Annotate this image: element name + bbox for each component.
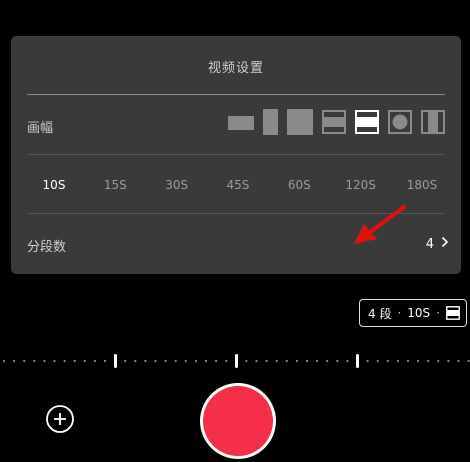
timeline-dot [23,359,26,363]
timeline-dot [316,359,319,363]
duration-10s[interactable]: 10S [29,178,79,192]
frame-divider [27,154,445,155]
timeline-dot [154,359,157,363]
timeline-dot [215,359,218,363]
timeline-dot [265,359,268,363]
aspect-options [228,109,445,139]
timeline-dot [204,359,208,363]
segment-marker [235,354,238,368]
timeline-dot [103,359,107,363]
red-arrow-annotation [350,202,410,252]
aspect-letterbox-selected-icon[interactable] [355,110,379,138]
timeline-dot [164,359,167,363]
record-button-fill [203,386,273,456]
timeline-dot [53,359,56,363]
timeline-dot [13,359,16,363]
timeline-dot [467,359,470,363]
panel-title: 视频设置 [207,61,264,76]
segments-value: 4 [425,236,434,252]
duration-60s[interactable]: 60S [274,178,324,192]
timeline-dot [245,359,248,363]
timeline-dot [184,359,187,363]
timeline-dot [457,359,460,363]
timeline-dot [417,359,420,363]
timeline-dot [366,359,369,363]
aspect-9-16-icon[interactable] [263,109,278,139]
duration-120s[interactable]: 120S [336,178,386,192]
duration-30s[interactable]: 30S [152,178,202,192]
chevron-right-icon [441,236,449,252]
timeline-dot [406,359,410,363]
segments-label: 分段数 [27,240,67,255]
timeline-dot [83,359,86,363]
timeline-dot [194,359,197,363]
plus-circle-icon[interactable] [45,404,75,434]
timeline-dot [33,359,36,363]
timeline-dot [346,359,349,363]
timeline-dot [396,359,399,363]
aspect-1-1-icon[interactable] [287,109,313,139]
status-segments: 4 段 [368,306,392,321]
timeline-dot [73,359,76,363]
timeline-dot [63,359,66,363]
aspect-letterbox-icon[interactable] [322,110,346,138]
aspect-circle-icon[interactable] [388,110,412,138]
recording-status-chip: 4 段 · 10S · [359,299,467,327]
timeline-dot [376,359,379,363]
timeline-dot [93,359,96,363]
timeline-dot [305,359,309,363]
status-duration: 10S [407,306,431,320]
segment-marker [114,354,117,368]
camera-screen: 视频设置 画幅 10S 15S 30S 45S 60S 120S 180S 分段… [0,0,470,462]
timeline-dot [2,359,6,363]
duration-180s[interactable]: 180S [397,178,447,192]
timeline-dot [225,359,228,363]
aspect-letterbox-icon [446,306,460,320]
timeline-dot [437,359,440,363]
timeline-dot [43,359,46,363]
timeline-dot [134,359,137,363]
timeline-dot [326,359,329,363]
timeline-dot [427,359,430,363]
segment-timeline [2,354,470,368]
aspect-pillarbox-icon[interactable] [421,110,445,138]
timeline-dot [336,359,339,363]
timeline-dot [295,359,298,363]
timeline-dot [275,359,278,363]
aspect-16-9-icon[interactable] [228,115,254,134]
duration-15s[interactable]: 15S [90,178,140,192]
segment-marker [356,354,359,368]
title-divider [27,94,445,95]
frame-label: 画幅 [27,121,54,136]
timeline-dot [386,359,389,363]
duration-45s[interactable]: 45S [213,178,263,192]
status-separator: · [436,306,440,320]
status-separator: · [397,306,402,320]
timeline-dot [174,359,177,363]
duration-options: 10S 15S 30S 45S 60S 120S 180S [29,178,447,192]
segments-selector[interactable]: 4 [426,236,449,252]
timeline-dot [144,359,147,363]
timeline-dot [447,359,450,363]
timeline-dot [255,359,258,363]
record-button[interactable] [200,383,276,459]
timeline-dot [285,359,288,363]
timeline-dot [124,359,127,363]
